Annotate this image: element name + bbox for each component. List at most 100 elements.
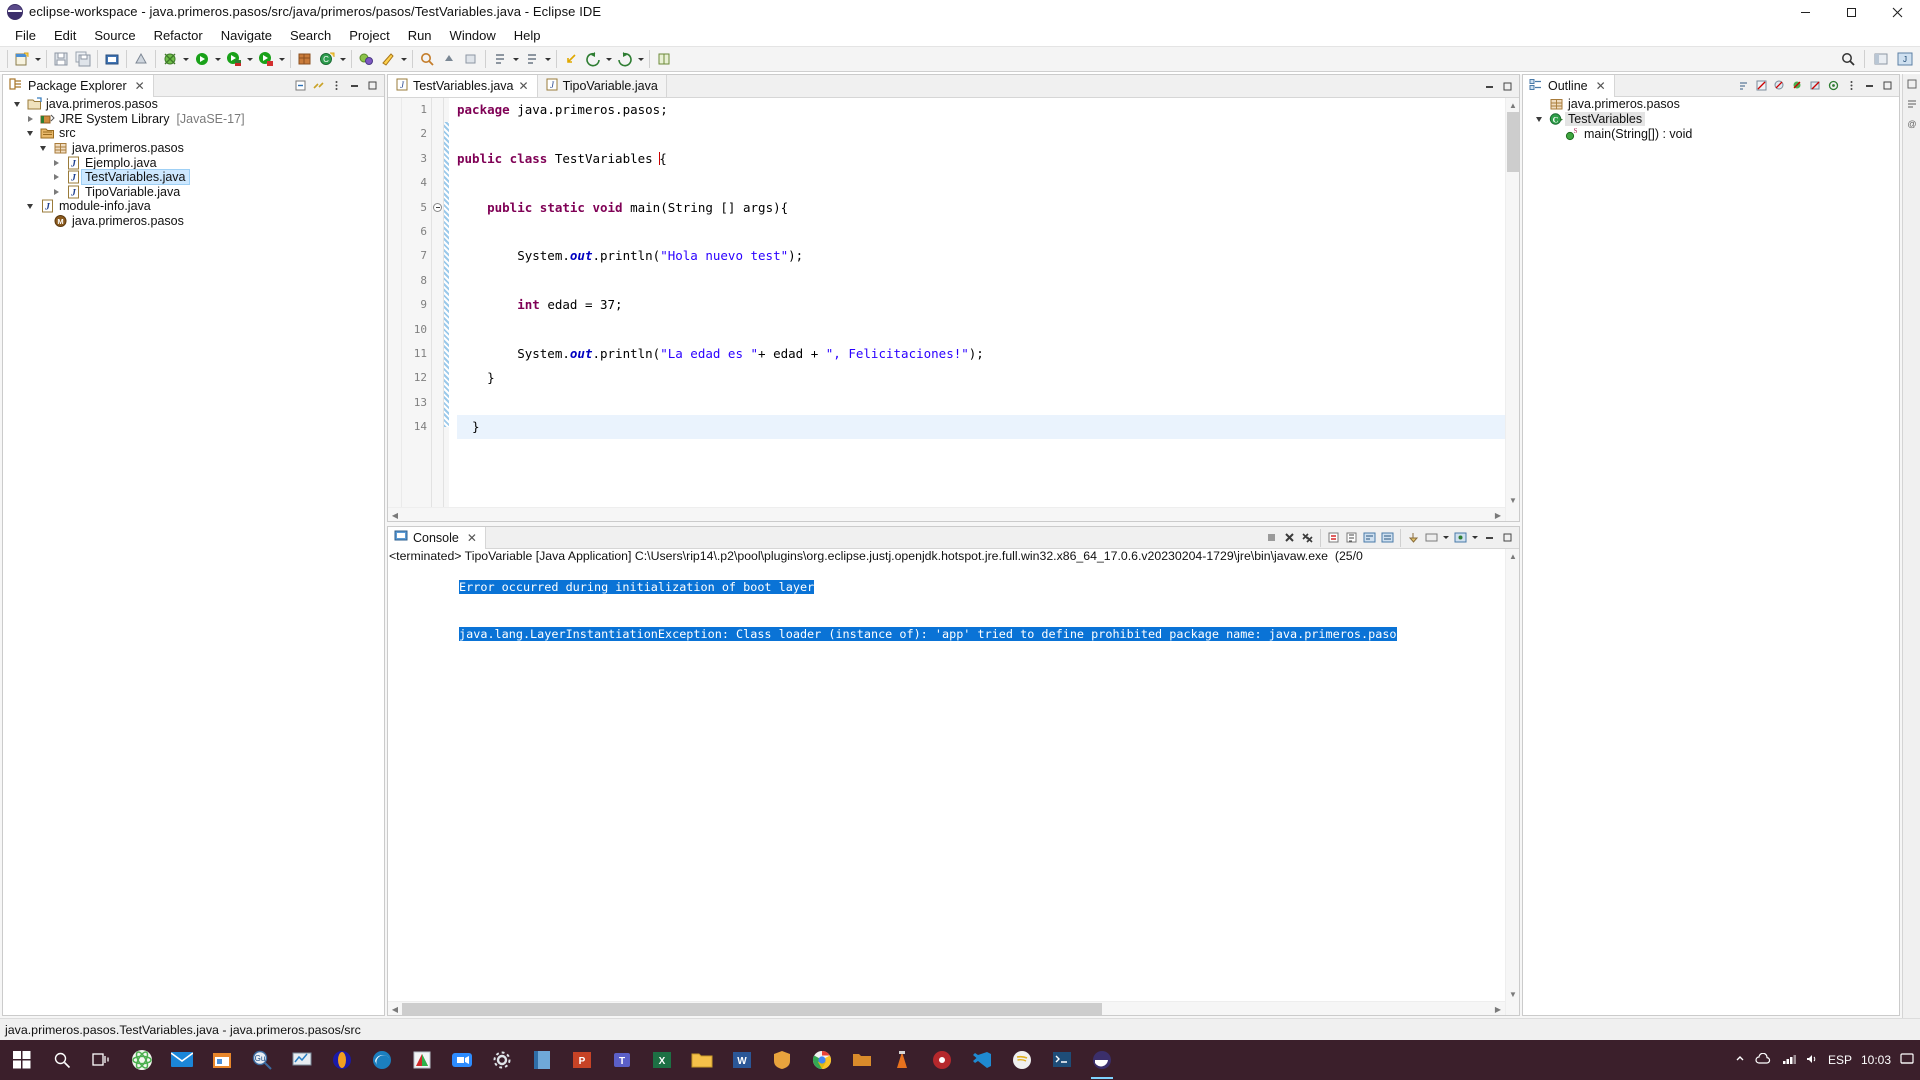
outline-item[interactable]: java.primeros.pasos	[1523, 97, 1899, 112]
menu-project[interactable]: Project	[340, 26, 398, 45]
menu-navigate[interactable]: Navigate	[212, 26, 281, 45]
collapse-all-icon[interactable]	[292, 77, 309, 95]
search-next-dropdown-icon[interactable]	[511, 48, 521, 70]
open-type-icon[interactable]	[355, 48, 377, 70]
annotation-next-icon[interactable]	[460, 48, 482, 70]
package-explorer-tree[interactable]: java.primeros.pasos JRE System Library [Ja…	[3, 97, 384, 1015]
menu-run[interactable]: Run	[399, 26, 441, 45]
music-icon[interactable]	[922, 1040, 962, 1080]
eclipse-icon[interactable]	[1082, 1040, 1122, 1080]
word-icon[interactable]: W	[722, 1040, 762, 1080]
scroll-up-icon[interactable]: ▲	[1506, 98, 1520, 112]
tree-item[interactable]: src	[3, 126, 384, 141]
teams-icon[interactable]: T	[602, 1040, 642, 1080]
code-line[interactable]: System.out.println("Hola nuevo test");	[457, 244, 1519, 268]
expand-arrow-icon[interactable]	[1531, 116, 1547, 122]
annotation-dropdown-icon[interactable]	[543, 48, 553, 70]
zoom-icon[interactable]	[442, 1040, 482, 1080]
back-dropdown-icon[interactable]	[604, 48, 614, 70]
source-code[interactable]: package java.primeros.pasos; public clas…	[449, 98, 1519, 521]
scroll-thumb[interactable]	[402, 1003, 1102, 1015]
new-java-project-icon[interactable]	[294, 48, 316, 70]
task-view-icon[interactable]	[82, 1040, 122, 1080]
scroll-right-icon[interactable]: ▶	[1491, 508, 1505, 522]
back-icon[interactable]	[582, 48, 604, 70]
chrome-icon[interactable]	[802, 1040, 842, 1080]
search-icon[interactable]	[42, 1040, 82, 1080]
coverage-dropdown-icon[interactable]	[277, 48, 287, 70]
tree-item[interactable]: java.primeros.pasos	[3, 97, 384, 112]
menu-window[interactable]: Window	[441, 26, 505, 45]
tab-outline[interactable]: Outline ✕	[1523, 75, 1615, 97]
powerpoint-icon[interactable]: P	[562, 1040, 602, 1080]
minimize-icon[interactable]	[1861, 77, 1878, 95]
terminal-icon[interactable]	[1042, 1040, 1082, 1080]
view-menu-icon[interactable]	[328, 77, 345, 95]
explorer-icon[interactable]	[682, 1040, 722, 1080]
tree-item[interactable]: JRE System Library [JavaSE-17]	[3, 112, 384, 127]
minimize-icon[interactable]	[1481, 529, 1498, 547]
code-line[interactable]: package java.primeros.pasos;	[457, 98, 1519, 122]
network-icon[interactable]	[1782, 1053, 1796, 1068]
menu-source[interactable]: Source	[85, 26, 144, 45]
code-line[interactable]: public class TestVariables {	[457, 147, 1519, 171]
excel-icon[interactable]: X	[642, 1040, 682, 1080]
expand-arrow-icon[interactable]	[22, 203, 38, 209]
tree-item[interactable]: J Ejemplo.java	[3, 155, 384, 170]
scroll-thumb[interactable]	[1507, 112, 1519, 172]
print-icon[interactable]	[101, 48, 123, 70]
search-next-icon[interactable]	[489, 48, 511, 70]
code-line[interactable]	[457, 318, 1519, 342]
scroll-up-icon[interactable]: ▲	[1506, 549, 1519, 563]
tree-item[interactable]: J TipoVariable.java	[3, 185, 384, 200]
close-icon[interactable]: ✕	[135, 80, 145, 92]
expand-arrow-icon[interactable]	[22, 115, 38, 122]
menu-file[interactable]: File	[6, 26, 45, 45]
menu-refactor[interactable]: Refactor	[145, 26, 212, 45]
language-indicator[interactable]: ESP	[1828, 1053, 1852, 1067]
scroll-right-icon[interactable]: ▶	[1491, 1002, 1505, 1015]
external-tools-icon[interactable]	[159, 48, 181, 70]
open-perspective-icon[interactable]	[1870, 48, 1892, 70]
tab-console[interactable]: Console ✕	[388, 527, 486, 549]
outline-tree[interactable]: java.primeros.pasos C TestVariables Smain(S…	[1523, 97, 1899, 1015]
new-wizard-dropdown-icon[interactable]	[33, 48, 43, 70]
pdf-icon[interactable]	[402, 1040, 442, 1080]
display-console-icon[interactable]	[1423, 529, 1440, 547]
outline-item[interactable]: Smain(String[]) : void	[1523, 127, 1899, 142]
close-icon[interactable]: ✕	[519, 79, 529, 93]
last-edit-location-icon[interactable]	[560, 48, 582, 70]
notifications-icon[interactable]	[1900, 1052, 1914, 1069]
close-icon[interactable]: ✕	[467, 532, 477, 544]
scroll-lock-icon[interactable]	[1343, 529, 1360, 547]
terminate-icon[interactable]	[1263, 529, 1280, 547]
hide-fields-icon[interactable]	[1753, 77, 1770, 95]
onedrive-icon[interactable]	[1755, 1052, 1773, 1068]
minimize-icon[interactable]	[346, 77, 363, 95]
expand-arrow-icon[interactable]	[48, 188, 64, 195]
console-output[interactable]: <terminated> TipoVariable [Java Applicat…	[388, 549, 1519, 1015]
code-line[interactable]	[457, 391, 1519, 415]
store-icon[interactable]	[202, 1040, 242, 1080]
hide-nonpublic-icon[interactable]	[1789, 77, 1806, 95]
debug-dropdown-icon[interactable]	[213, 48, 223, 70]
opera-icon[interactable]	[322, 1040, 362, 1080]
windows-start-icon[interactable]	[2, 1040, 42, 1080]
editor-horizontal-scrollbar[interactable]: ◀ ▶	[388, 507, 1505, 521]
fold-collapse-icon[interactable]	[433, 202, 442, 212]
edge-icon[interactable]	[362, 1040, 402, 1080]
vscode-icon[interactable]	[962, 1040, 1002, 1080]
new-java-class-icon[interactable]: C	[316, 48, 338, 70]
expand-arrow-icon[interactable]	[22, 130, 38, 136]
maximize-icon[interactable]	[1499, 77, 1516, 95]
clock[interactable]: 10:03	[1861, 1054, 1891, 1067]
expand-arrow-icon[interactable]	[35, 145, 51, 151]
link-with-editor-icon[interactable]	[310, 77, 327, 95]
code-line[interactable]	[457, 269, 1519, 293]
run-icon[interactable]	[223, 48, 245, 70]
hide-static-icon[interactable]	[1771, 77, 1788, 95]
close-icon[interactable]	[1874, 0, 1920, 24]
code-line[interactable]: public static void main(String [] args){	[457, 196, 1519, 220]
tree-item[interactable]: J TestVariables.java	[3, 169, 384, 186]
mail-icon[interactable]	[162, 1040, 202, 1080]
